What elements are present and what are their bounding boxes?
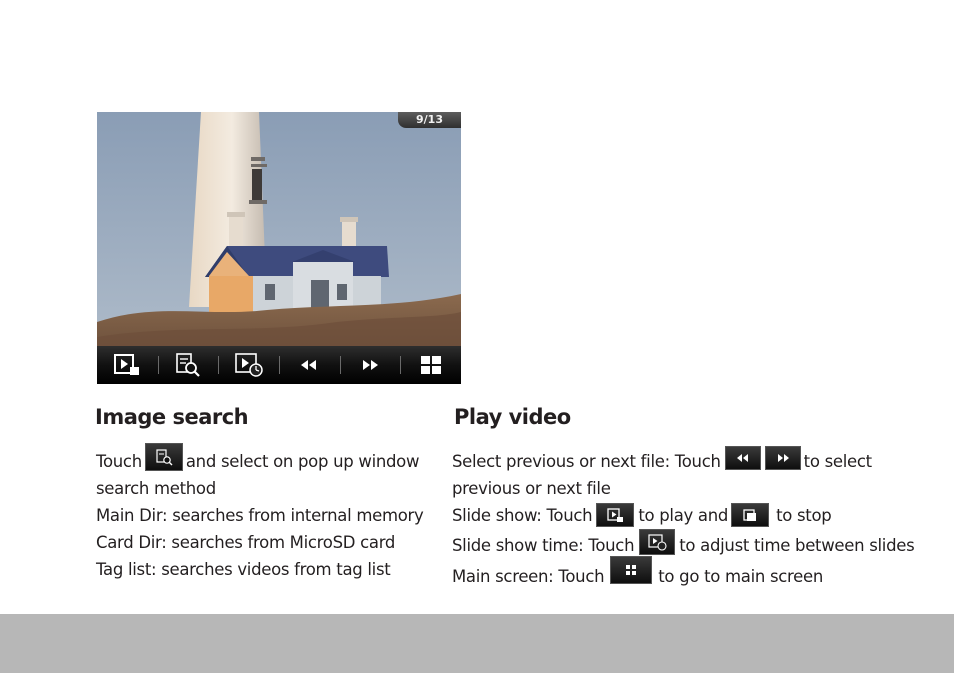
stop-slideshow-icon bbox=[743, 509, 757, 521]
text-to-stop: to stop bbox=[776, 505, 832, 525]
text-slide-show-time: Slide show time: Touch bbox=[452, 535, 635, 555]
play-video-line-4: Slide show time: Touch to adjust time be… bbox=[452, 529, 915, 557]
previous-file-button[interactable] bbox=[279, 346, 340, 384]
footer-band bbox=[0, 614, 954, 673]
play-video-line-3: Slide show: Touch to play and to stop bbox=[452, 503, 832, 527]
fast-forward-icon bbox=[363, 360, 379, 370]
rewind-icon bbox=[736, 454, 748, 462]
play-slideshow-icon bbox=[607, 508, 624, 522]
play-video-line-5: Main screen: Touch to go to main screen bbox=[452, 556, 824, 588]
grid-icon bbox=[626, 565, 637, 575]
slideshow-play-button[interactable] bbox=[97, 346, 158, 384]
timer-button-inline bbox=[639, 529, 676, 555]
play-slideshow-icon bbox=[114, 354, 140, 375]
text-go-to-main: to go to main screen bbox=[658, 566, 824, 586]
grid-icon bbox=[420, 356, 441, 374]
search-icon bbox=[156, 449, 173, 466]
slideshow-timer-icon bbox=[648, 534, 667, 551]
search-icon bbox=[176, 353, 200, 377]
play-video-line-2: previous or next file bbox=[452, 478, 611, 498]
play-button-inline bbox=[596, 503, 635, 527]
play-video-heading: Play video bbox=[454, 405, 571, 429]
image-search-line-5: Tag list: searches videos from tag list bbox=[96, 559, 391, 579]
next-file-button[interactable] bbox=[339, 346, 401, 384]
stop-button-inline bbox=[731, 503, 770, 527]
text-adjust-time: to adjust time between slides bbox=[679, 535, 915, 555]
fast-forward-button-inline bbox=[764, 446, 801, 470]
play-video-line-1: Select previous or next file: Touch to s… bbox=[452, 446, 872, 473]
playback-toolbar bbox=[97, 346, 461, 384]
main-screen-button-inline bbox=[610, 556, 653, 584]
slideshow-timer-icon bbox=[234, 353, 263, 377]
image-search-button[interactable] bbox=[157, 346, 219, 384]
text-slide-show: Slide show: Touch bbox=[452, 505, 593, 525]
text-select-previous-next: Select previous or next file: Touch bbox=[452, 451, 721, 471]
rewind-button-inline bbox=[724, 446, 761, 470]
image-search-line-2: search method bbox=[96, 478, 216, 498]
image-search-line-4: Card Dir: searches from MicroSD card bbox=[96, 532, 396, 552]
text-to-select: to select bbox=[803, 451, 872, 471]
main-screen-button[interactable] bbox=[400, 346, 461, 384]
text-touch: Touch bbox=[96, 451, 142, 471]
text-to-play-and: to play and bbox=[638, 505, 729, 525]
rewind-icon bbox=[301, 360, 317, 370]
fast-forward-icon bbox=[777, 454, 789, 462]
image-search-line-1: Touch and select on pop up window bbox=[96, 443, 420, 473]
image-search-heading: Image search bbox=[95, 405, 249, 429]
lighthouse-photo bbox=[97, 112, 461, 384]
device-screenshot: 9/13 bbox=[97, 112, 461, 384]
search-button-inline bbox=[144, 443, 183, 471]
text-select-popup: and select on pop up window bbox=[185, 451, 420, 471]
image-search-line-3: Main Dir: searches from internal memory bbox=[96, 505, 424, 525]
image-counter: 9/13 bbox=[398, 112, 461, 128]
slideshow-time-button[interactable] bbox=[218, 346, 279, 384]
text-main-screen: Main screen: Touch bbox=[452, 566, 605, 586]
